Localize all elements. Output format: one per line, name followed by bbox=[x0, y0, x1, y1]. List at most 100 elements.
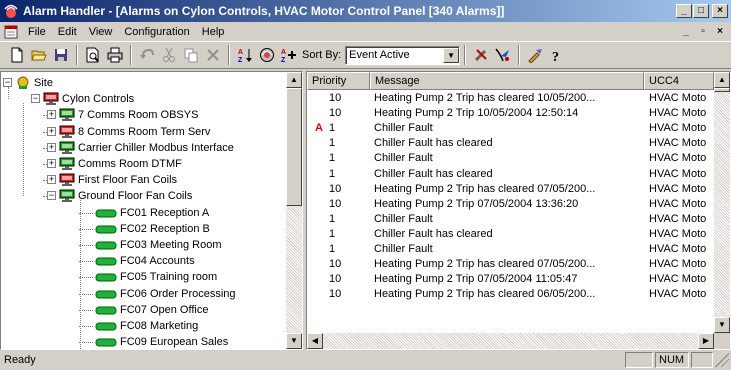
alarm-ucc4: HVAC Moto bbox=[649, 288, 707, 301]
alarm-row[interactable]: 10 Heating Pump 2 Trip has cleared 06/05/… bbox=[307, 287, 717, 302]
collapse-icon[interactable]: − bbox=[3, 78, 12, 87]
column-header-priority[interactable]: Priority bbox=[307, 72, 370, 90]
alarm-handler-app-icon[interactable] bbox=[3, 3, 19, 19]
column-header-ucc4[interactable]: UCC4 bbox=[644, 72, 714, 90]
copy-icon[interactable] bbox=[180, 44, 202, 66]
menu-help[interactable]: Help bbox=[196, 26, 231, 38]
tree-item[interactable]: Cylon Controls bbox=[43, 91, 134, 107]
child-restore-button[interactable]: ▫ bbox=[695, 25, 711, 39]
list-horizontal-scrollbar[interactable]: ◀ ▶ bbox=[307, 333, 714, 349]
tree-item[interactable]: FC09 European Sales bbox=[95, 334, 228, 349]
resize-grip[interactable] bbox=[715, 353, 729, 367]
scroll-thumb[interactable] bbox=[714, 88, 730, 92]
device-icon bbox=[95, 335, 117, 349]
cut-icon[interactable] bbox=[158, 44, 180, 66]
scrollbar-corner bbox=[714, 333, 730, 349]
tree-connector bbox=[80, 200, 81, 349]
alarm-row[interactable]: 10 Heating Pump 2 Trip has cleared 10/05/… bbox=[307, 91, 717, 106]
scroll-down-button[interactable]: ▼ bbox=[286, 333, 302, 349]
document-window-icon[interactable] bbox=[4, 25, 18, 39]
menu-view[interactable]: View bbox=[83, 26, 119, 38]
tree-item[interactable]: Ground Floor Fan Coils bbox=[59, 188, 192, 204]
alarm-row[interactable]: 1 Chiller Fault HVAC Moto bbox=[307, 212, 717, 227]
tree-item[interactable]: First Floor Fan Coils bbox=[59, 172, 177, 188]
device-icon bbox=[95, 270, 117, 284]
tree-item[interactable]: FC07 Open Office bbox=[95, 302, 208, 318]
device-icon bbox=[95, 303, 117, 317]
status-panel-num: NUM bbox=[655, 352, 689, 368]
alarm-row[interactable]: A 1 Chiller Fault HVAC Moto bbox=[307, 121, 717, 136]
list-vertical-scrollbar[interactable]: ▲ ▼ bbox=[714, 72, 730, 333]
tools-icon[interactable] bbox=[470, 44, 492, 66]
minimize-button[interactable]: _ bbox=[676, 4, 692, 18]
tree-item[interactable]: FC02 Reception B bbox=[95, 221, 210, 237]
alarm-row[interactable]: 10 Heating Pump 2 Trip 10/05/2004 12:50:1… bbox=[307, 106, 717, 121]
scroll-up-button[interactable]: ▲ bbox=[714, 72, 730, 88]
alarm-row[interactable]: 10 Heating Pump 2 Trip 07/05/2004 13:36:2… bbox=[307, 197, 717, 212]
print-preview-icon[interactable] bbox=[82, 44, 104, 66]
sort-by-combobox[interactable]: Event Active ▼ bbox=[345, 45, 461, 65]
filter-icon[interactable] bbox=[492, 44, 514, 66]
delete-icon[interactable] bbox=[202, 44, 224, 66]
tree-item[interactable]: FC03 Meeting Room bbox=[95, 237, 222, 253]
tree-item[interactable]: Site bbox=[15, 75, 53, 91]
tree-item[interactable]: Carrier Chiller Modbus Interface bbox=[59, 140, 234, 156]
tree-item[interactable]: FC08 Marketing bbox=[95, 318, 198, 334]
alarm-row[interactable]: 10 Heating Pump 2 Trip has cleared 07/05/… bbox=[307, 182, 717, 197]
alarm-row[interactable]: 1 Chiller Fault has cleared HVAC Moto bbox=[307, 227, 717, 242]
menu-file[interactable]: File bbox=[22, 26, 52, 38]
tree-item-label: FC05 Training room bbox=[120, 271, 218, 284]
collapse-icon[interactable]: − bbox=[31, 94, 40, 104]
collapse-icon[interactable]: − bbox=[47, 191, 56, 201]
new-icon[interactable] bbox=[6, 44, 28, 66]
tree-connector bbox=[8, 87, 9, 100]
sort-az-icon[interactable]: AZ bbox=[234, 44, 256, 66]
undo-icon[interactable] bbox=[136, 44, 158, 66]
site-tree-pane[interactable]: − Site − Cylon Controls +7 Comms Room OBSYS +… bbox=[0, 71, 303, 350]
acknowledge-icon[interactable] bbox=[524, 44, 546, 66]
scroll-up-button[interactable]: ▲ bbox=[286, 72, 302, 88]
expand-icon[interactable]: + bbox=[47, 175, 56, 185]
menu-edit[interactable]: Edit bbox=[52, 26, 83, 38]
open-icon[interactable] bbox=[28, 44, 50, 66]
column-header-message[interactable]: Message bbox=[370, 72, 644, 90]
alarm-row[interactable]: 10 Heating Pump 2 Trip 07/05/2004 11:05:4… bbox=[307, 272, 717, 287]
menu-configuration[interactable]: Configuration bbox=[118, 26, 195, 38]
alarm-row[interactable]: 10 Heating Pump 2 Trip has cleared 07/05/… bbox=[307, 257, 717, 272]
alarm-message: Heating Pump 2 Trip has cleared 07/05/20… bbox=[374, 258, 596, 271]
scroll-left-button[interactable]: ◀ bbox=[307, 333, 323, 349]
alarm-row[interactable]: 1 Chiller Fault has cleared HVAC Moto bbox=[307, 136, 717, 151]
tree-item[interactable]: FC04 Accounts bbox=[95, 253, 195, 269]
scroll-thumb[interactable] bbox=[286, 88, 302, 206]
maximize-button[interactable]: □ bbox=[693, 4, 709, 18]
chevron-down-icon[interactable]: ▼ bbox=[443, 47, 460, 63]
child-minimize-button[interactable]: _ bbox=[678, 25, 694, 39]
tree-item[interactable]: Comms Room DTMF bbox=[59, 156, 182, 172]
help-icon[interactable]: ? bbox=[546, 44, 568, 66]
title-bar[interactable]: Alarm Handler - [Alarms on Cylon Control… bbox=[0, 0, 731, 22]
alarm-row[interactable]: 1 Chiller Fault HVAC Moto bbox=[307, 151, 717, 166]
scroll-down-button[interactable]: ▼ bbox=[714, 317, 730, 333]
tree-item[interactable]: 8 Comms Room Term Serv bbox=[59, 124, 210, 140]
expand-icon[interactable]: + bbox=[47, 142, 56, 152]
alarm-list-pane[interactable]: Priority Message UCC4 10 Heating Pump 2 T… bbox=[306, 71, 731, 350]
expand-icon[interactable]: + bbox=[47, 110, 56, 120]
save-icon[interactable] bbox=[50, 44, 72, 66]
sort-group-icon[interactable] bbox=[256, 44, 278, 66]
tree-item[interactable]: FC05 Training room bbox=[95, 269, 217, 285]
alarm-priority: 10 bbox=[329, 182, 342, 195]
alarm-row[interactable]: 1 Chiller Fault has cleared HVAC Moto bbox=[307, 167, 717, 182]
tree-item[interactable]: 7 Comms Room OBSYS bbox=[59, 107, 198, 123]
tree-item[interactable]: FC01 Reception A bbox=[95, 205, 209, 221]
print-icon[interactable] bbox=[104, 44, 126, 66]
child-close-button[interactable]: × bbox=[712, 25, 728, 39]
tree-vertical-scrollbar[interactable]: ▲ ▼ bbox=[286, 72, 302, 349]
alarm-row[interactable]: 1 Chiller Fault HVAC Moto bbox=[307, 242, 717, 257]
expand-icon[interactable]: + bbox=[47, 159, 56, 168]
expand-icon[interactable]: + bbox=[47, 126, 56, 136]
tree-item[interactable]: FC06 Order Processing bbox=[95, 286, 236, 302]
alarm-message: Chiller Fault bbox=[374, 243, 433, 255]
sort-add-icon[interactable]: AZ bbox=[278, 44, 300, 66]
close-button[interactable]: × bbox=[712, 4, 728, 18]
scroll-right-button[interactable]: ▶ bbox=[698, 333, 714, 349]
